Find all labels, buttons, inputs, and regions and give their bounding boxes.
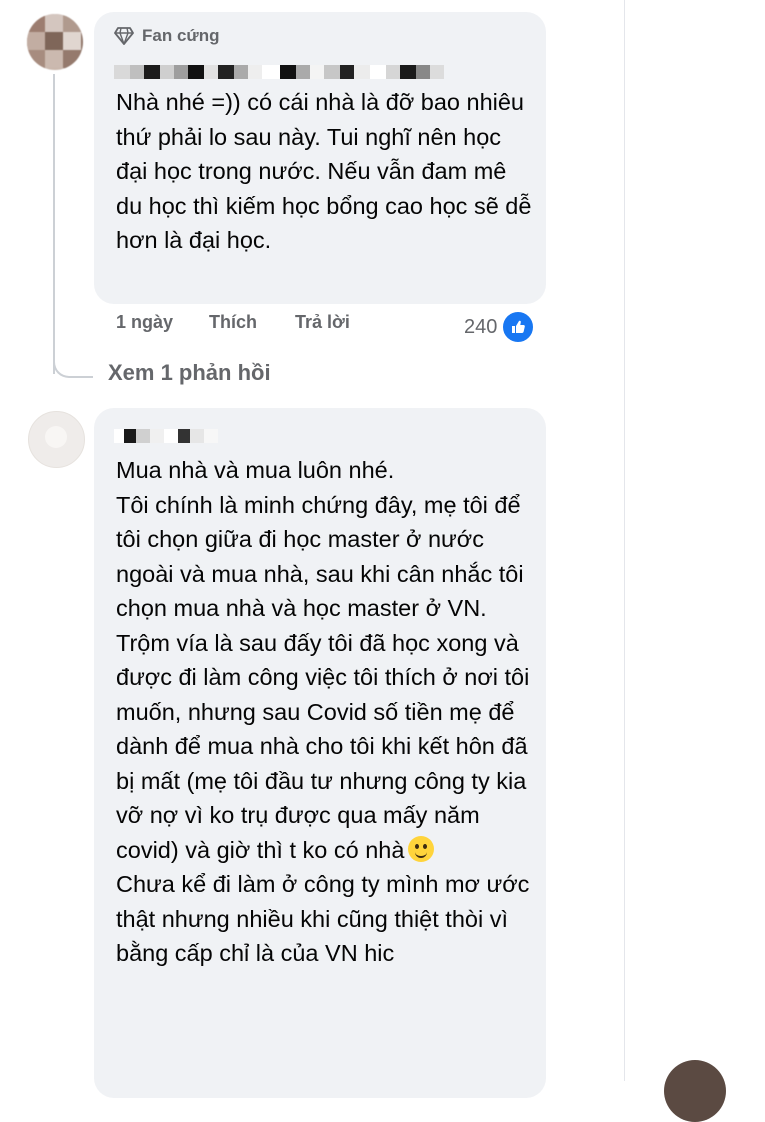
author-name-redacted[interactable] bbox=[114, 429, 218, 443]
thread-connector bbox=[53, 334, 93, 378]
thread-line bbox=[53, 74, 55, 374]
avatar[interactable] bbox=[28, 411, 85, 468]
view-replies-link[interactable]: Xem 1 phản hồi bbox=[108, 360, 271, 386]
comment-text: Nhà nhé =)) có cái nhà là đỡ bao nhiêu t… bbox=[116, 89, 532, 253]
avatar[interactable] bbox=[27, 14, 83, 70]
comment-time[interactable]: 1 ngày bbox=[116, 312, 173, 333]
smile-emoji bbox=[408, 835, 435, 862]
avatar[interactable] bbox=[664, 1060, 726, 1122]
comment-actions: 1 ngày Thích Trả lời bbox=[116, 312, 350, 333]
top-fan-badge: Fan cứng bbox=[114, 26, 219, 46]
badge-label: Fan cứng bbox=[142, 26, 220, 45]
author-name-redacted[interactable] bbox=[114, 65, 444, 79]
diamond-icon bbox=[114, 27, 134, 45]
column-divider bbox=[624, 0, 625, 1081]
reply-button[interactable]: Trả lời bbox=[295, 312, 350, 333]
comment-text-part1: Mua nhà và mua luôn nhé. Tôi chính là mi… bbox=[116, 457, 530, 863]
thumbs-up-icon bbox=[501, 310, 536, 344]
like-button[interactable]: Thích bbox=[209, 312, 257, 333]
reaction-summary[interactable]: 240 bbox=[464, 310, 536, 344]
comment-text-part2: Chưa kể đi làm ở công ty mình mơ ước thậ… bbox=[116, 871, 530, 966]
reaction-count: 240 bbox=[464, 315, 498, 338]
comment-text: Mua nhà và mua luôn nhé. Tôi chính là mi… bbox=[116, 453, 536, 971]
